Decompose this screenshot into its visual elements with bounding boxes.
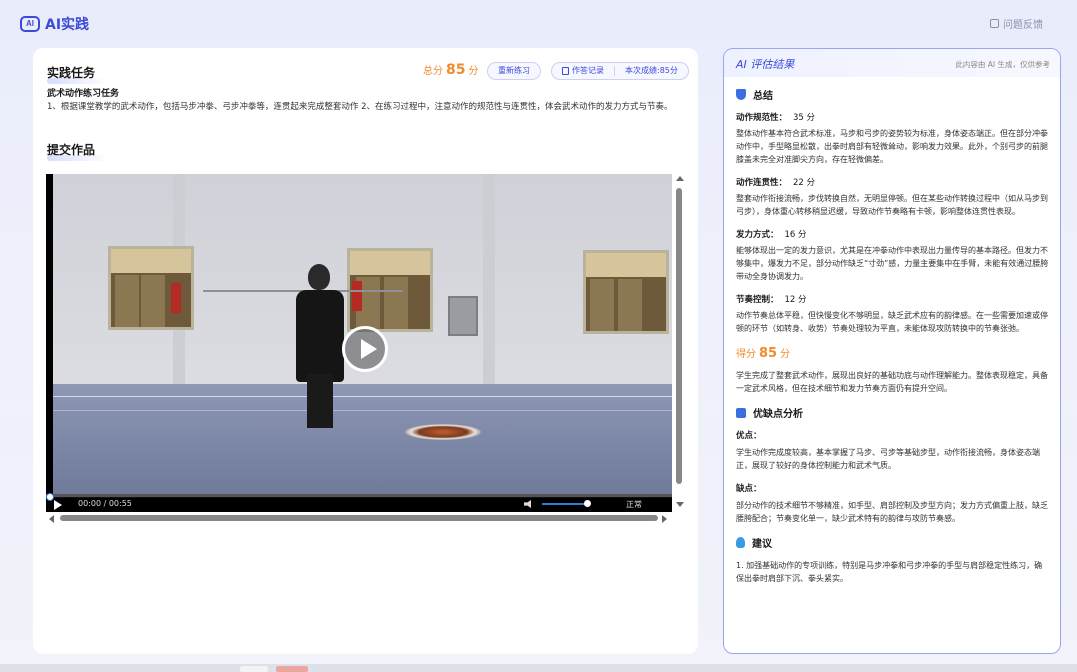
eval-item-score: 16 分 bbox=[784, 230, 807, 240]
eval-item: 动作规范性： 35 分 整体动作基本符合武术标准，马步和弓步的姿势较为标准，身体姿… bbox=[736, 111, 1050, 166]
task-description: 1、根据课堂教学的武术动作，包括马步冲拳、弓步冲拳等，连贯起来完成整套动作 2、… bbox=[47, 102, 673, 112]
feedback-icon bbox=[990, 19, 999, 28]
eval-item-label: 动作连贯性： bbox=[736, 178, 788, 188]
volume-handle[interactable] bbox=[584, 500, 591, 507]
shield-icon bbox=[736, 89, 746, 100]
eval-item-score: 22 分 bbox=[793, 178, 816, 188]
scroll-up-icon[interactable] bbox=[676, 176, 684, 181]
scroll-down-icon[interactable] bbox=[676, 502, 684, 507]
app-logo[interactable]: AI AI实践 bbox=[20, 14, 89, 34]
volume-icon[interactable] bbox=[524, 500, 531, 508]
summary-heading: 总结 bbox=[736, 87, 1050, 102]
final-score-value: 85 bbox=[759, 346, 778, 361]
feedback-link[interactable]: 问题反馈 bbox=[990, 16, 1043, 31]
cons-label: 缺点： bbox=[736, 484, 762, 494]
eval-item: 节奏控制： 12 分 动作节奏总体平稳，但快慢变化不够明显，缺乏武术应有的韵律感。… bbox=[736, 293, 1050, 335]
score-comment: 学生完成了整套武术动作，展现出良好的基础功底与动作理解能力。整体表现稳定，具备一… bbox=[736, 371, 1048, 393]
eval-item-text: 能够体现出一定的发力意识，尤其是在冲拳动作中表现出力量传导的基本路径。但发力不够… bbox=[736, 246, 1049, 281]
total-score-label: 总分 bbox=[423, 66, 443, 77]
summary-title: 总结 bbox=[753, 91, 773, 102]
final-score-label: 得分 bbox=[736, 349, 756, 360]
play-icon[interactable] bbox=[54, 500, 62, 510]
video-controls: 00:00 / 00:55 正常 bbox=[46, 493, 672, 512]
vertical-scrollbar[interactable] bbox=[675, 174, 684, 512]
evaluation-body: 总结 动作规范性： 35 分 整体动作基本符合武术标准，马步和弓步的姿势较为标准，… bbox=[736, 87, 1050, 595]
current-score-button[interactable]: 本次成绩:85分 bbox=[615, 63, 688, 79]
top-bar: AI AI实践 问题反馈 bbox=[0, 0, 1077, 46]
task-name: 武术动作练习任务 bbox=[47, 89, 120, 99]
lightbulb-icon bbox=[736, 537, 745, 548]
pros-label: 优点： bbox=[736, 431, 762, 441]
document-icon bbox=[562, 67, 569, 75]
total-score-unit: 分 bbox=[468, 66, 479, 77]
advice-text: 1. 加强基础动作的专项训练，特别是马步冲拳和弓步冲拳的手型与肩部稳定性练习，确… bbox=[736, 561, 1043, 583]
task-panel: 实践任务 总分 85 分 重新练习 作答记录 本次成绩:85分 武术动作练习任务… bbox=[33, 48, 698, 654]
pros-text: 学生动作完成度较高，基本掌握了马步、弓步等基础步型，动作衔接流畅，身体姿态端正，… bbox=[736, 448, 1040, 470]
evaluation-title: AI 评估结果 bbox=[736, 58, 795, 71]
eval-item-label: 发力方式： bbox=[736, 230, 779, 240]
eval-item-label: 节奏控制： bbox=[736, 295, 779, 305]
ai-disclaimer: 此内容由 AI 生成，仅供参考 bbox=[955, 60, 1050, 69]
scroll-thumb[interactable] bbox=[676, 188, 682, 484]
scroll-thumb-horizontal[interactable] bbox=[60, 515, 658, 521]
playback-speed[interactable]: 正常 bbox=[626, 499, 642, 510]
video-progress-handle[interactable] bbox=[46, 493, 54, 501]
task-section-title: 实践任务 bbox=[47, 66, 108, 84]
video-time: 00:00 / 00:55 bbox=[78, 499, 132, 508]
scroll-left-icon[interactable] bbox=[49, 515, 54, 523]
eval-item-text: 整套动作衔接流畅，步伐转换自然，无明显停顿。但在某些动作转换过程中（如从马步到弓… bbox=[736, 194, 1048, 216]
evaluation-header: AI 评估结果 此内容由 AI 生成，仅供参考 bbox=[724, 49, 1060, 77]
final-score-unit: 分 bbox=[780, 349, 791, 360]
scroll-right-icon[interactable] bbox=[662, 515, 667, 523]
eval-item-score: 12 分 bbox=[784, 295, 807, 305]
feedback-label: 问题反馈 bbox=[1003, 20, 1043, 31]
eval-item-text: 动作节奏总体平稳，但快慢变化不够明显，缺乏武术应有的韵律感。在一些需要加速或停顿… bbox=[736, 311, 1048, 333]
eval-item-text: 整体动作基本符合武术标准，马步和弓步的姿势较为标准，身体姿态端正。但在部分冲拳动… bbox=[736, 129, 1048, 164]
final-score: 得分 85 分 bbox=[736, 345, 1050, 361]
eval-item: 发力方式： 16 分 能够体现出一定的发力意识，尤其是在冲拳动作中表现出力量传导的… bbox=[736, 228, 1050, 283]
analysis-heading: 优缺点分析 bbox=[736, 405, 1050, 420]
horizontal-scrollbar[interactable] bbox=[46, 514, 672, 523]
ai-badge-icon: AI bbox=[20, 16, 40, 32]
video-container: 00:00 / 00:55 正常 bbox=[46, 174, 686, 524]
app-title: AI实践 bbox=[45, 17, 90, 33]
retry-button[interactable]: 重新练习 bbox=[487, 62, 541, 80]
video-progress-bar[interactable] bbox=[46, 494, 672, 497]
answer-record-button[interactable]: 作答记录 bbox=[552, 63, 614, 79]
play-overlay-button[interactable] bbox=[342, 326, 388, 372]
eval-item-label: 动作规范性： bbox=[736, 113, 788, 123]
advice-heading: 建议 bbox=[736, 535, 1050, 550]
eval-item: 动作连贯性： 22 分 整套动作衔接流畅，步伐转换自然，无明显停顿。但在某些动作转… bbox=[736, 176, 1050, 218]
record-button-group: 作答记录 本次成绩:85分 bbox=[551, 62, 689, 80]
taskbar-app[interactable] bbox=[276, 666, 308, 672]
submission-section-title: 提交作品 bbox=[47, 143, 108, 161]
taskbar-app[interactable] bbox=[240, 666, 268, 672]
eval-item-score: 35 分 bbox=[793, 113, 816, 123]
analysis-title: 优缺点分析 bbox=[753, 409, 803, 420]
answer-record-label: 作答记录 bbox=[572, 66, 604, 75]
volume-slider[interactable] bbox=[542, 503, 587, 505]
evaluation-panel: AI 评估结果 此内容由 AI 生成，仅供参考 总结 动作规范性： 35 分 整体… bbox=[723, 48, 1061, 654]
os-taskbar bbox=[0, 664, 1077, 672]
cons-text: 部分动作的技术细节不够精准，如手型、肩部控制及步型方向；发力方式偏重上肢，缺乏腰… bbox=[736, 501, 1048, 523]
total-score-value: 85 bbox=[446, 62, 466, 78]
video-player[interactable]: 00:00 / 00:55 正常 bbox=[46, 174, 672, 512]
advice-title: 建议 bbox=[752, 539, 772, 550]
list-icon bbox=[736, 407, 746, 418]
total-score: 总分 85 分 bbox=[423, 62, 478, 78]
